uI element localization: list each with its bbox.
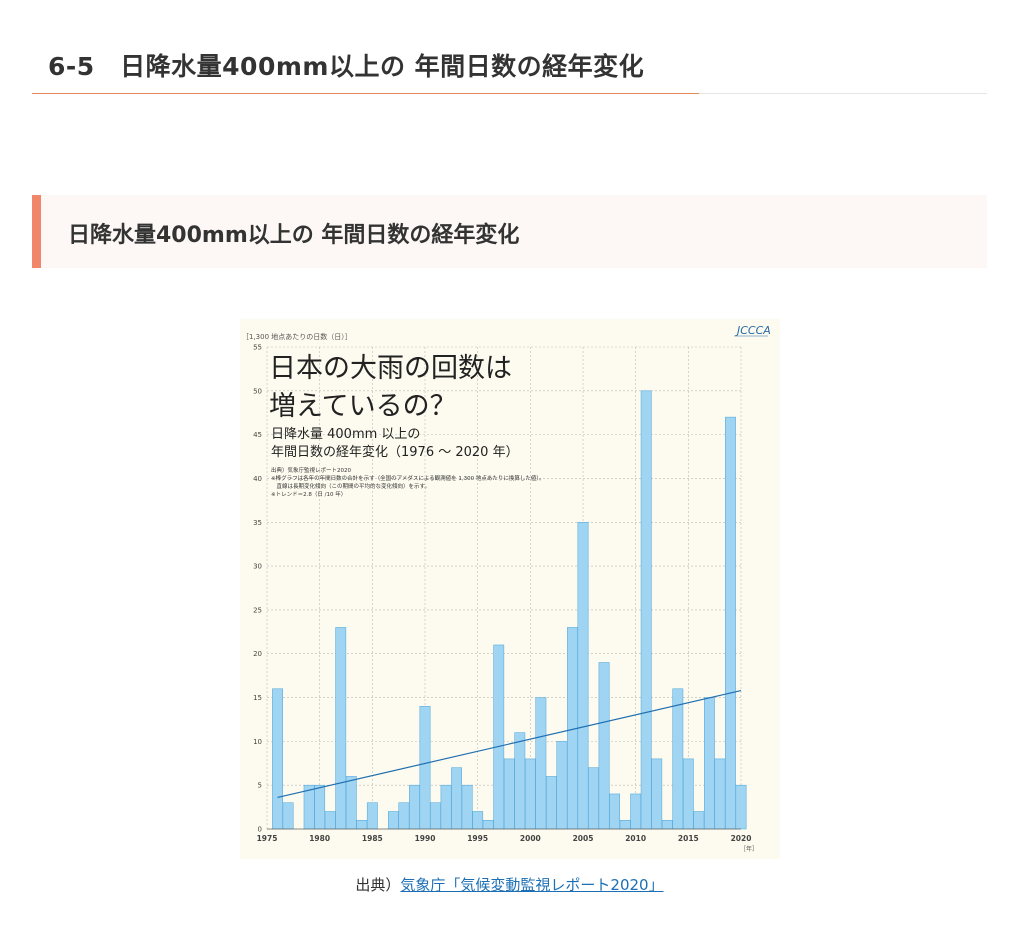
x-tick-label: 1995	[467, 834, 488, 843]
bar-1983	[345, 776, 357, 830]
figure-caption: 出典）気象庁「気候変動監視レポート2020」	[0, 874, 1019, 895]
y-tick-label: 55	[253, 344, 262, 352]
y-tick-label: 0	[258, 826, 262, 834]
bar-2003	[556, 741, 568, 830]
x-tick-label: 1975	[257, 834, 278, 843]
bar-2006	[588, 767, 599, 830]
y-tick-label: 40	[253, 475, 262, 483]
bar-1980	[314, 784, 326, 830]
bar-2015	[682, 758, 694, 830]
x-tick-label: 2005	[573, 834, 594, 843]
bar-1976	[272, 688, 283, 830]
chart-note-1: 出典）気象庁監視レポート2020	[271, 466, 351, 474]
bar-1988	[398, 802, 410, 830]
x-tick-label: 1980	[309, 834, 330, 843]
y-axis-label: ［1,300 地点あたりの日数（日）］	[242, 332, 352, 341]
sub-heading-accent-bar	[32, 195, 41, 268]
y-tick-label: 15	[253, 694, 262, 702]
heading-divider	[699, 93, 987, 94]
chart-title-line2: 増えているの？	[269, 391, 457, 422]
bar-1991	[430, 802, 441, 830]
chart-note-4: ※トレンド＝2.8（日 /10 年）	[271, 490, 346, 498]
bar-1997	[493, 644, 505, 830]
bar-2018	[714, 758, 726, 830]
y-tick-label: 25	[253, 606, 262, 614]
y-tick-label: 50	[253, 387, 262, 395]
x-tick-label: 2020	[731, 834, 752, 843]
bar-2001	[535, 697, 547, 830]
bar-1999	[514, 732, 526, 830]
caption-prefix: 出典）	[355, 876, 401, 894]
bar-1984	[356, 819, 368, 830]
chart-figure: 0 5 10 15 20 25 30 35 40 45 50 55 1975 1980 1985 1990 19…	[240, 319, 780, 859]
bar-1992	[440, 784, 452, 830]
bar-1995	[472, 811, 484, 830]
bar-1985	[366, 802, 378, 830]
bar-2002	[545, 776, 557, 830]
x-tick-label: 1990	[415, 834, 436, 843]
bar-2010	[630, 793, 642, 830]
chart-title-line1: 日本の大雨の回数は	[269, 353, 512, 384]
y-tick-label: 10	[253, 738, 262, 746]
bar-2017	[703, 697, 715, 830]
bar-1987	[387, 811, 399, 830]
y-tick-label: 5	[258, 782, 262, 790]
bar-1977	[282, 802, 294, 830]
bar-1981	[324, 811, 336, 830]
bar-2016	[693, 811, 705, 830]
bar-2020	[735, 784, 747, 830]
y-tick-label: 20	[253, 650, 262, 658]
bar-1989	[409, 784, 420, 830]
bar-2019	[725, 416, 736, 830]
bar-1996	[482, 819, 494, 830]
logo: JCCCA	[735, 324, 771, 337]
bar-2008	[609, 793, 621, 830]
bar-2009	[619, 819, 631, 830]
source-link[interactable]: 気象庁「気候変動監視レポート2020」	[400, 876, 663, 894]
bar-2012	[651, 758, 663, 830]
bar-2005	[577, 522, 589, 830]
bar-1990	[419, 706, 431, 830]
x-axis-label: ［年］	[740, 845, 758, 853]
x-tick-label: 2010	[625, 834, 646, 843]
bar-1982	[335, 627, 347, 830]
section-heading-text: 6-5 日降水量400mm以上の 年間日数の経年変化	[48, 52, 645, 81]
bar-2013	[661, 819, 673, 830]
x-tick-label: 1985	[362, 834, 383, 843]
x-tick-label: 2015	[678, 834, 699, 843]
bar-1998	[503, 758, 515, 830]
y-tick-label: 45	[253, 431, 262, 439]
chart-subtitle-line1: 日降水量 400mm 以上の	[271, 427, 420, 442]
bar-2000	[524, 758, 536, 830]
y-tick-label: 30	[253, 563, 262, 571]
section-heading: 6-5 日降水量400mm以上の 年間日数の経年変化	[32, 40, 699, 94]
chart-note-3: 直線は長期変化傾向（この期間の平均的な変化傾向）を示す。	[271, 482, 430, 490]
bar-1993	[451, 767, 463, 830]
bar-2014	[672, 688, 684, 830]
sub-heading-text: 日降水量400mm以上の 年間日数の経年変化	[68, 223, 520, 248]
rainfall-chart: 0 5 10 15 20 25 30 35 40 45 50 55 1975 1980 1985 1990 19…	[242, 324, 771, 853]
bar-1979	[303, 784, 315, 830]
y-tick-label: 35	[253, 519, 262, 527]
chart-subtitle-line2: 年間日数の経年変化（1976 ～ 2020 年）	[271, 444, 519, 460]
sub-heading: 日降水量400mm以上の 年間日数の経年変化	[32, 195, 987, 268]
bar-2011	[640, 390, 652, 830]
chart-note-2: ※棒グラフは各年の年間日数の合計を示す（全国のアメダスによる観測値を 1,300…	[271, 474, 545, 482]
x-tick-label: 2000	[520, 834, 541, 843]
bar-1994	[461, 784, 473, 830]
bar-2007	[598, 662, 610, 830]
